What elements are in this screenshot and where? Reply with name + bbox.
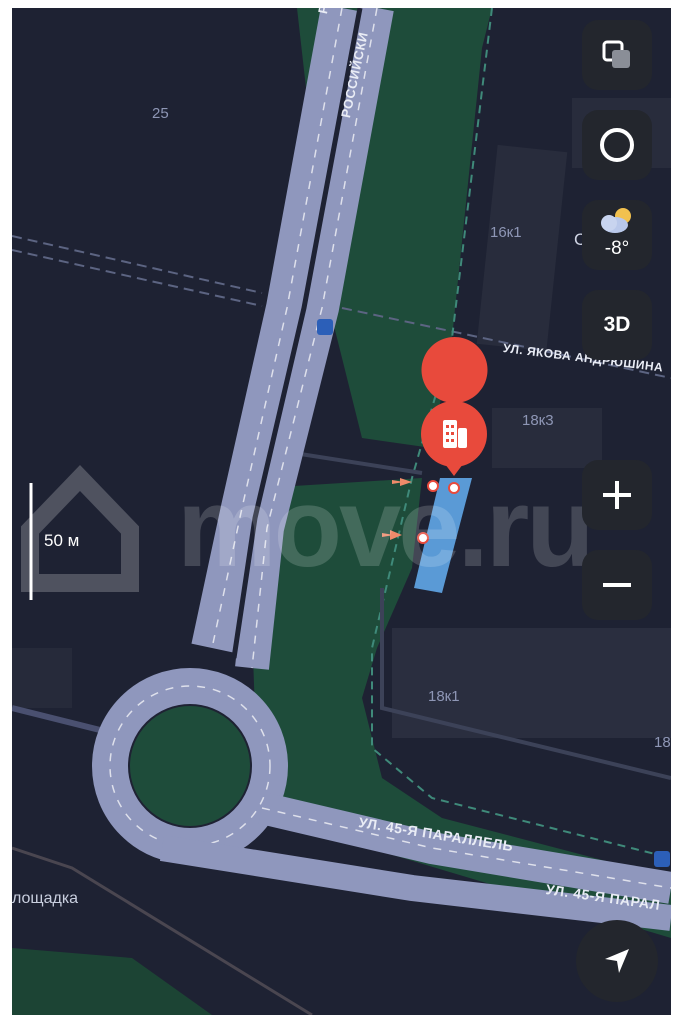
roundabout-center bbox=[130, 706, 250, 826]
minus-icon bbox=[603, 583, 631, 587]
layers-button[interactable] bbox=[582, 20, 652, 90]
layers-icon bbox=[602, 40, 630, 68]
house-number: 16к1 bbox=[490, 224, 522, 241]
transit-badge bbox=[654, 851, 670, 867]
building-block bbox=[12, 648, 72, 708]
green-zone-sw bbox=[12, 948, 212, 1015]
transit-badge bbox=[317, 319, 333, 335]
building-block bbox=[476, 144, 568, 352]
house-number: 18 bbox=[654, 734, 671, 751]
weather-temperature: -8° bbox=[604, 238, 630, 259]
locate-me-button[interactable] bbox=[576, 920, 658, 1002]
zoom-in-button[interactable] bbox=[582, 460, 652, 530]
3d-mode-button[interactable]: 3D bbox=[582, 290, 652, 360]
camera-mode-button[interactable] bbox=[582, 110, 652, 180]
house-number: 25 bbox=[152, 105, 169, 122]
navigation-arrow-icon bbox=[605, 949, 629, 973]
watermark-text: move.ru bbox=[177, 465, 595, 590]
dashed-path bbox=[12, 235, 263, 294]
house-number: 18к1 bbox=[428, 688, 460, 705]
area-label: лощадка bbox=[12, 890, 79, 907]
plus-icon bbox=[603, 481, 631, 509]
scale-label: 50 м bbox=[44, 531, 80, 550]
weather-widget[interactable]: -8° bbox=[582, 200, 652, 270]
circle-icon bbox=[600, 128, 634, 162]
partly-cloudy-icon bbox=[601, 208, 631, 233]
map-view[interactable]: move.ru 25 16к1 18к3 18к1 18 С РО РОССИЙ… bbox=[12, 8, 671, 1015]
dashed-path bbox=[12, 249, 263, 307]
zoom-out-button[interactable] bbox=[582, 550, 652, 620]
house-number: 18к3 bbox=[522, 412, 554, 429]
